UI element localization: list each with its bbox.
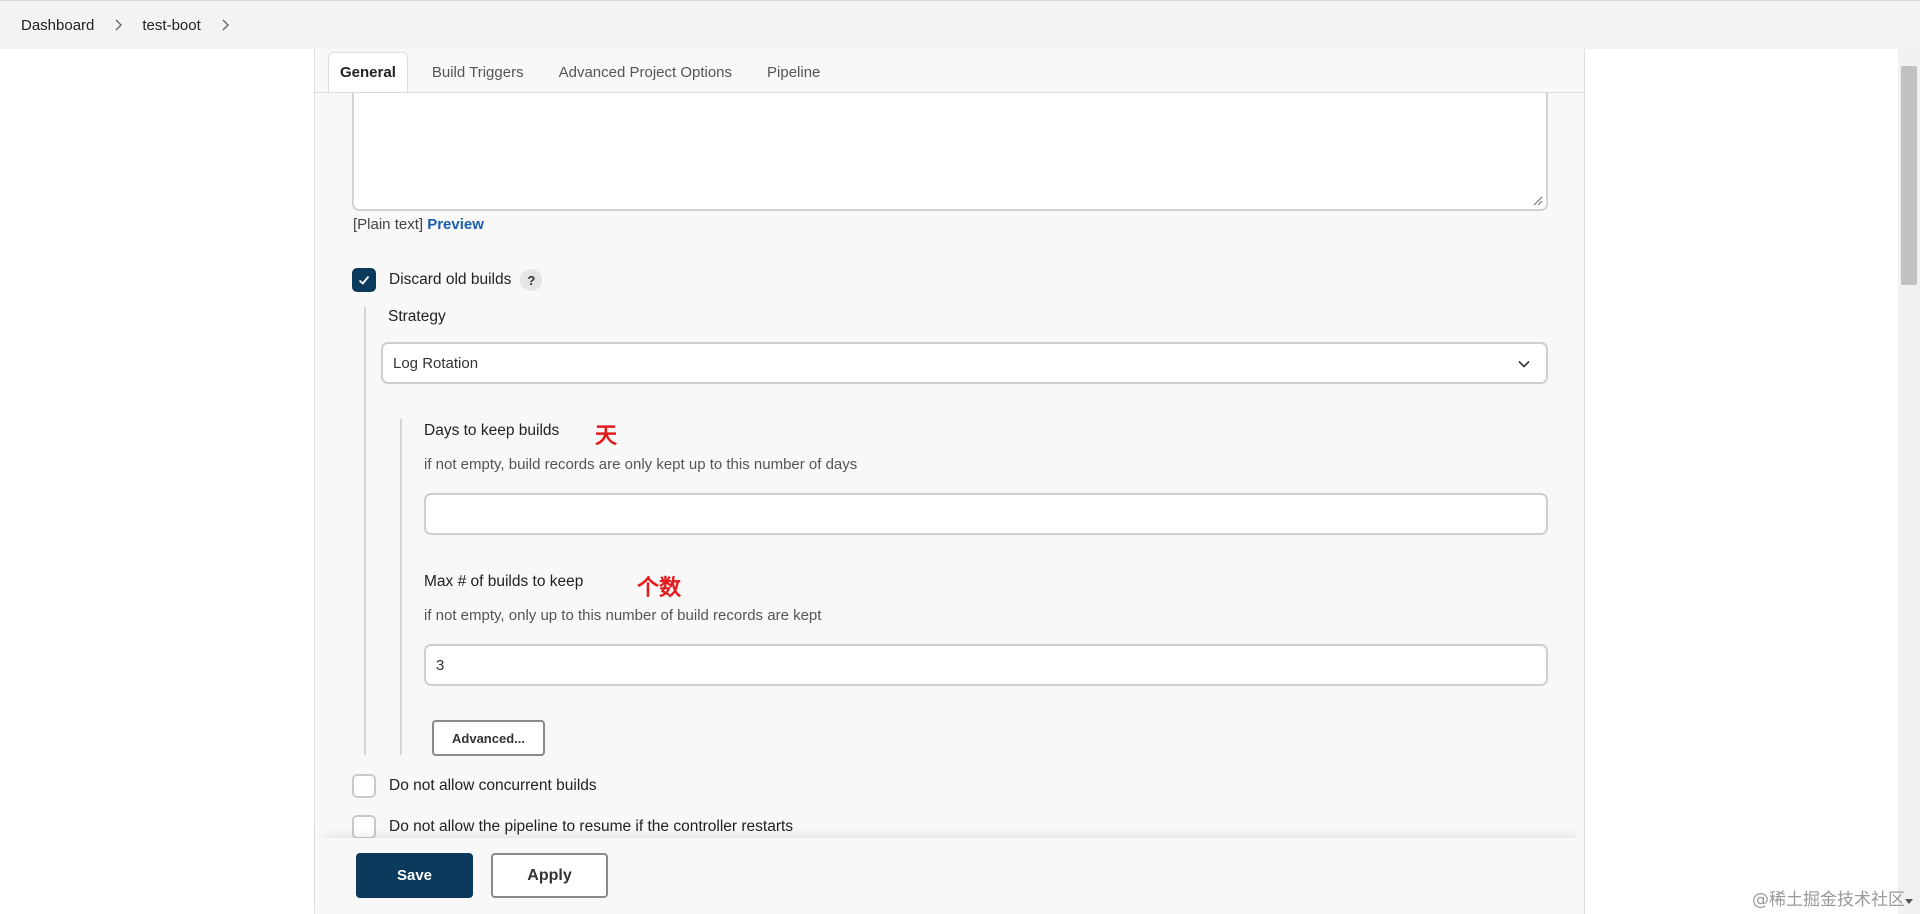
strategy-label: Strategy: [388, 308, 446, 325]
plain-text-label: [Plain text]: [353, 216, 424, 233]
max-builds-input[interactable]: 3: [424, 644, 1548, 686]
breadcrumb-dashboard[interactable]: Dashboard: [21, 17, 94, 34]
days-to-keep-input[interactable]: [424, 493, 1548, 535]
watermark: @稀土掘金技术社区: [1752, 890, 1905, 910]
breadcrumb: Dashboard test-boot: [0, 0, 1920, 49]
log-rotation-section-bar: [400, 419, 402, 755]
tab-pipeline[interactable]: Pipeline: [756, 52, 831, 92]
discard-old-builds-row: Discard old builds ?: [352, 268, 543, 292]
discard-old-builds-label: Discard old builds: [389, 271, 512, 288]
max-builds-label: Max # of builds to keep: [424, 573, 584, 590]
discard-old-builds-checkbox[interactable]: [352, 268, 376, 292]
strategy-value: Log Rotation: [393, 354, 479, 372]
chevron-right-icon[interactable]: [211, 15, 239, 35]
tab-build-triggers[interactable]: Build Triggers: [421, 52, 535, 92]
resume-pipeline-row: Do not allow the pipeline to resume if t…: [352, 815, 793, 839]
nested-section-bar: [364, 307, 366, 755]
save-button[interactable]: Save: [356, 853, 473, 898]
checkmark-icon: [358, 275, 370, 285]
breadcrumb-test-boot[interactable]: test-boot: [142, 17, 200, 34]
help-icon[interactable]: ?: [520, 269, 543, 291]
strategy-select[interactable]: Log Rotation: [381, 342, 1548, 384]
resize-grip-icon[interactable]: [1531, 194, 1543, 206]
apply-button[interactable]: Apply: [491, 853, 608, 898]
max-builds-help: if not empty, only up to this number of …: [424, 607, 822, 624]
concurrent-builds-row: Do not allow concurrent builds: [352, 774, 597, 798]
days-annotation: 天: [595, 424, 618, 449]
description-textarea[interactable]: [352, 93, 1548, 211]
tab-advanced-project-options[interactable]: Advanced Project Options: [548, 52, 743, 92]
max-builds-annotation: 个数: [637, 576, 682, 601]
chevron-right-icon: [104, 15, 132, 35]
concurrent-builds-label: Do not allow concurrent builds: [389, 777, 597, 794]
resume-pipeline-checkbox[interactable]: [352, 815, 376, 839]
days-to-keep-help: if not empty, build records are only kep…: [424, 456, 858, 473]
action-bar: Save Apply: [315, 838, 1584, 914]
scroll-down-arrow-icon[interactable]: [1904, 896, 1914, 906]
scrollbar[interactable]: [1898, 49, 1920, 914]
resume-pipeline-label: Do not allow the pipeline to resume if t…: [389, 818, 794, 835]
tab-general[interactable]: General: [328, 52, 408, 93]
advanced-button[interactable]: Advanced...: [432, 720, 545, 756]
concurrent-builds-checkbox[interactable]: [352, 774, 376, 798]
chevron-down-icon: [1518, 360, 1530, 368]
config-panel: General Build Triggers Advanced Project …: [314, 49, 1585, 914]
config-tabs: General Build Triggers Advanced Project …: [328, 52, 844, 93]
scrollbar-thumb[interactable]: [1901, 66, 1917, 285]
days-to-keep-label: Days to keep builds: [424, 422, 560, 439]
description-format: [Plain text] Preview: [353, 216, 484, 233]
preview-link[interactable]: Preview: [427, 216, 484, 233]
